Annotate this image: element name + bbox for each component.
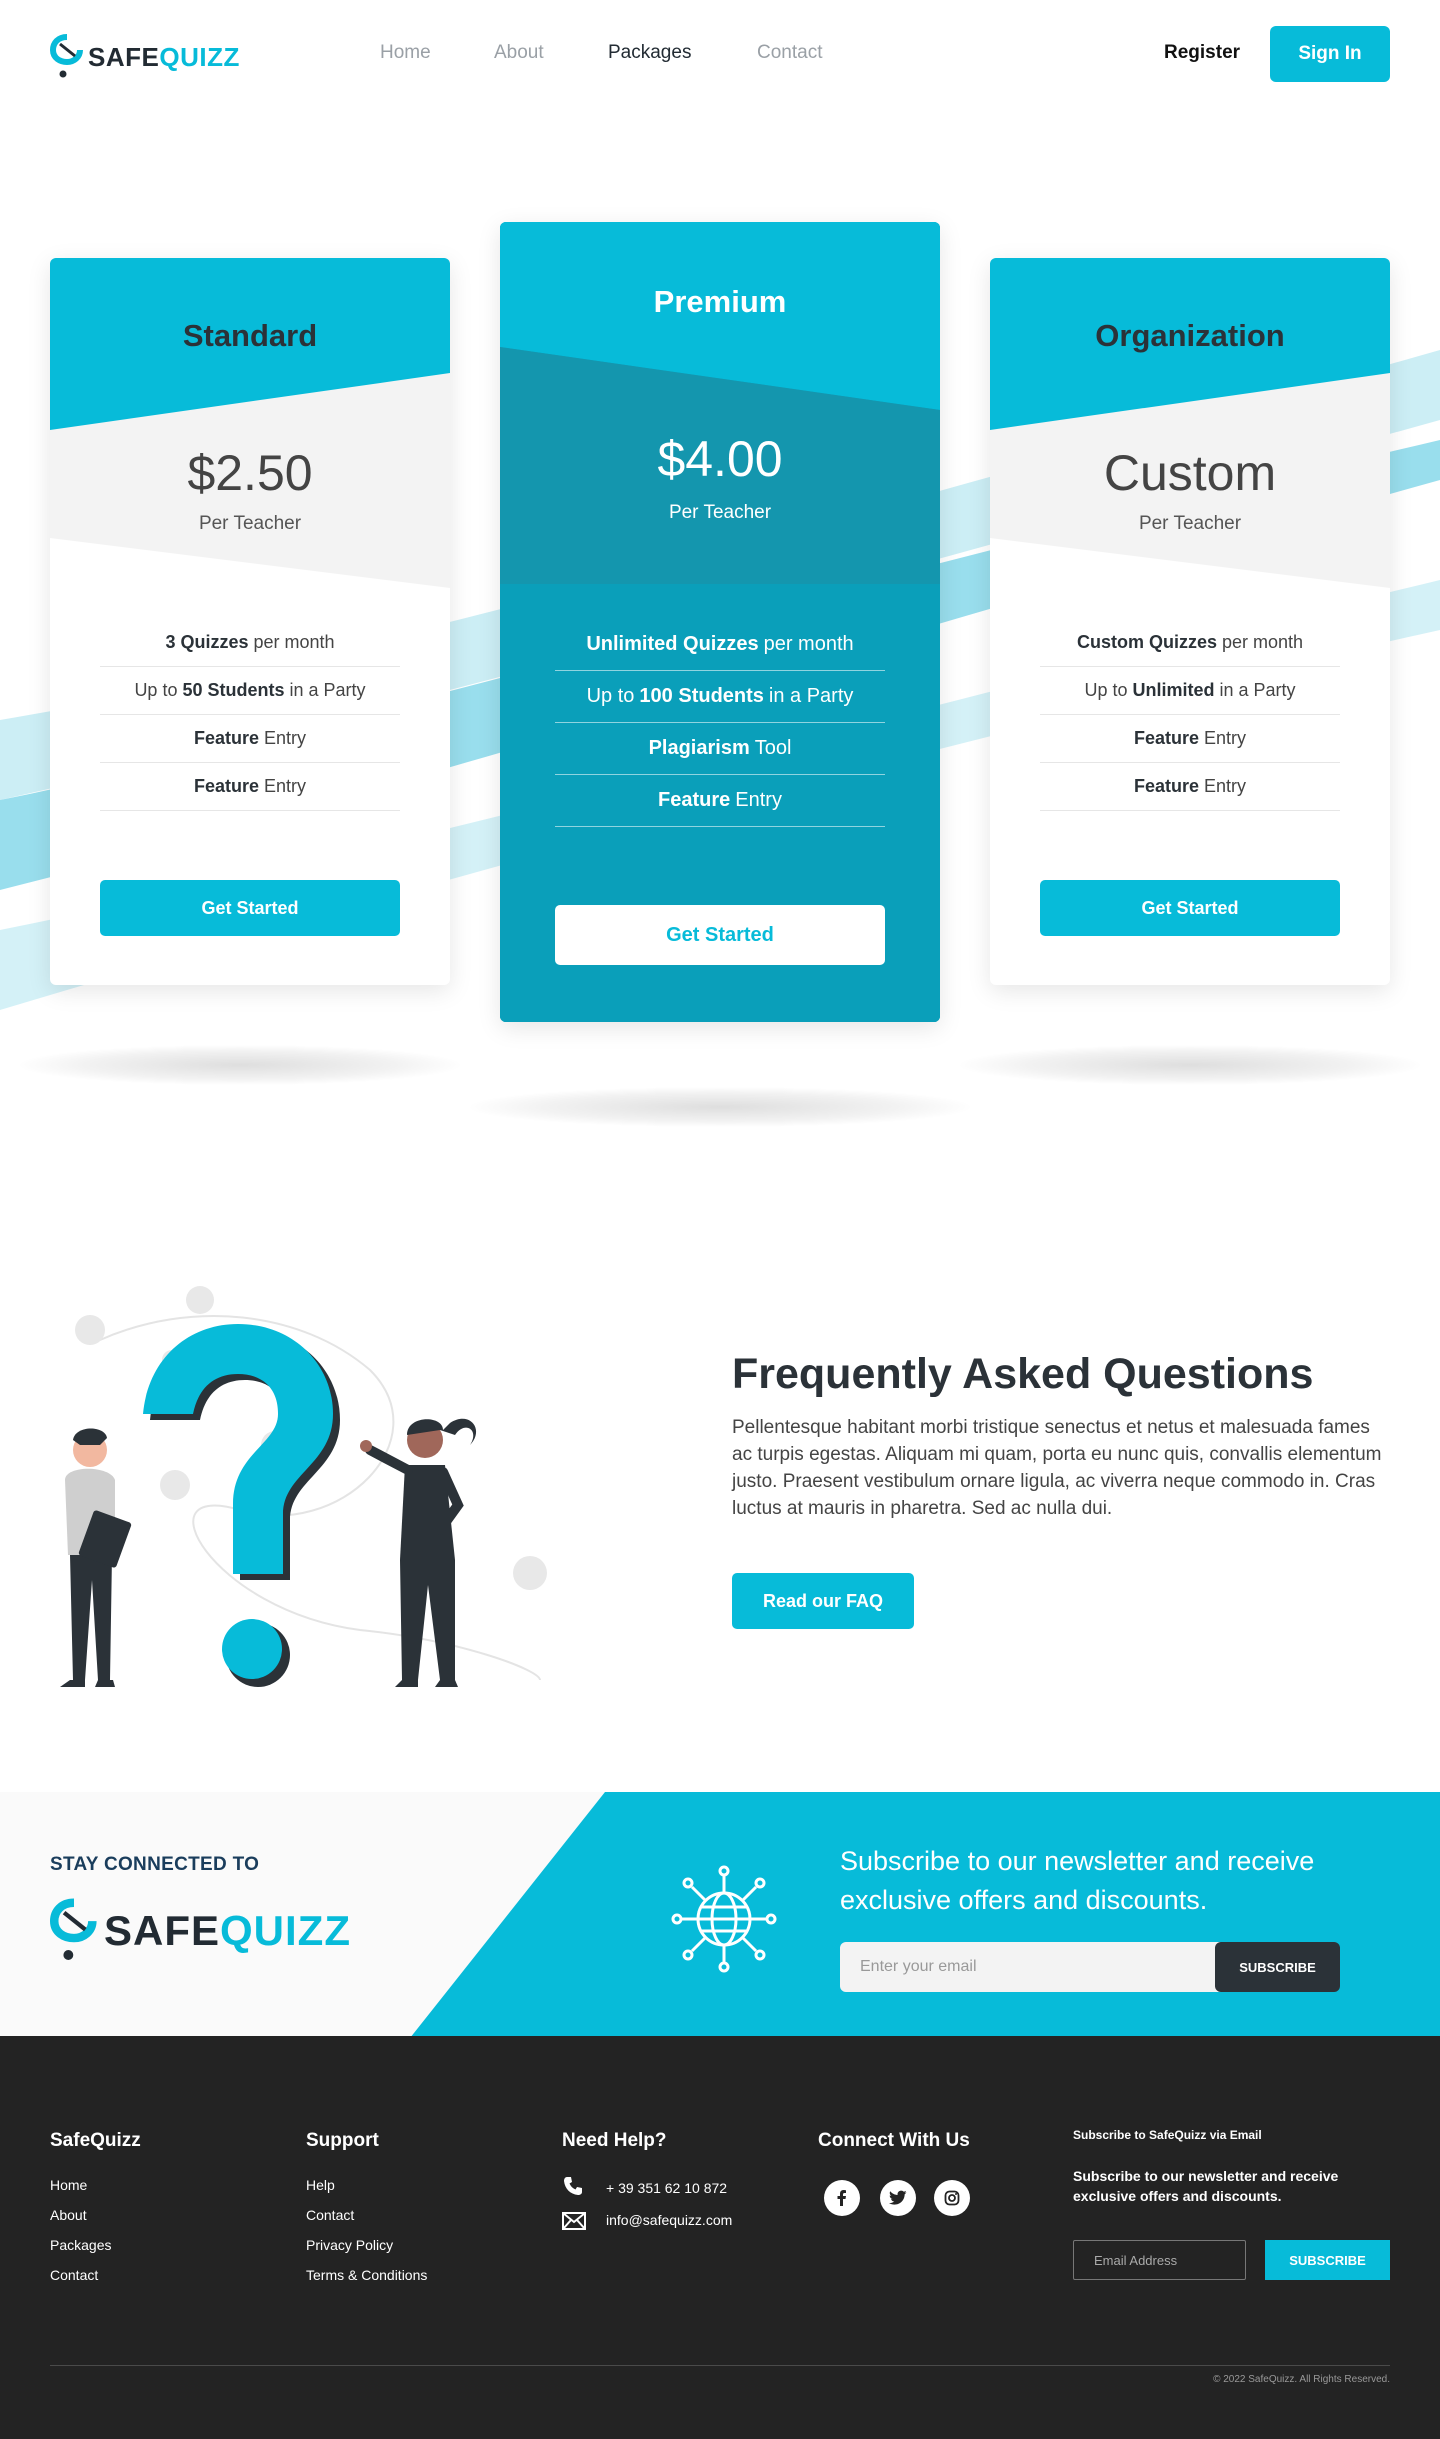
card-shadow [470,1087,970,1127]
facebook-icon[interactable] [824,2180,860,2216]
plan-per: Per Teacher [198,513,302,534]
card-shadow [20,1045,460,1085]
footer-phone[interactable]: + 39 351 62 10 872 [606,2180,727,2196]
footer-link-home[interactable]: Home [50,2177,87,2193]
feature-item: Feature Entry [100,763,400,811]
feature-item: Feature Entry [1040,763,1340,811]
faq-text: Pellentesque habitant morbi tristique se… [732,1417,1382,1519]
read-faq-button[interactable]: Read our FAQ [732,1573,914,1629]
faq-title: Frequently Asked Questions [732,1350,1314,1398]
feature-item: Feature Entry [555,775,885,827]
feature-item: Custom Quizzes per month [1040,619,1340,667]
globe-network-icon [671,1865,777,1973]
person-left [60,1428,132,1687]
faq-illustration [60,1286,547,1687]
logo-mark-icon [50,1898,97,1960]
copyright: © 2022 SafeQuizz. All Rights Reserved. [1213,2374,1390,2385]
plan-price: $2.50 [187,445,313,501]
twitter-icon[interactable] [880,2180,916,2216]
plan-name: Organization [1095,318,1285,353]
footer-col3-title: Need Help? [562,2130,667,2151]
footer-link-about[interactable]: About [50,2207,87,2223]
card-shadow [960,1045,1420,1085]
logo[interactable]: SAFEQUIZZ [50,32,240,82]
feature-item: Up to 100 Students in a Party [555,671,885,723]
feature-item: Feature Entry [1040,715,1340,763]
register-link[interactable]: Register [1164,42,1240,64]
pricing-card-premium: Premium $4.00 Per Teacher Unlimited Quiz… [500,222,940,1022]
stay-connected-label: STAY CONNECTED TO [50,1854,260,1875]
feature-item: Up to 50 Students in a Party [100,667,400,715]
nav-contact[interactable]: Contact [757,42,822,64]
get-started-button[interactable]: Get Started [100,880,400,936]
newsletter-subscribe-button[interactable]: SUBSCRIBE [1215,1942,1340,1992]
sign-in-button[interactable]: Sign In [1270,26,1390,82]
logo-text: SAFEQUIZZ [88,41,240,72]
footer-email-input[interactable]: Email Address [1073,2240,1246,2280]
get-started-button[interactable]: Get Started [555,905,885,965]
pricing-card-standard: Standard $2.50 Per Teacher 3 Quizzes per … [50,258,450,985]
nav-packages[interactable]: Packages [608,42,691,64]
feature-item: Unlimited Quizzes per month [555,619,885,671]
footer-col5-title: Subscribe to SafeQuizz via Email [1073,2128,1262,2142]
feature-item: Plagiarism Tool [555,723,885,775]
card-header-bg [50,258,450,588]
instagram-icon[interactable] [934,2180,970,2216]
footer-divider [50,2365,1390,2366]
feature-item: Feature Entry [100,715,400,763]
footer-band-logo: SAFEQUIZZ [50,1896,351,1966]
footer-link-contact[interactable]: Contact [50,2267,98,2283]
footer-col1-title: SafeQuizz [50,2130,141,2151]
phone-icon [564,2177,582,2195]
newsletter-title: Subscribe to our newsletter and receive … [840,1846,1315,1915]
plan-per: Per Teacher [668,502,772,523]
feature-item: Up to Unlimited in a Party [1040,667,1340,715]
pricing-card-organization: Organization Custom Per Teacher Custom Q… [990,258,1390,985]
plan-price: $4.00 [657,431,783,487]
footer-col5-text: Subscribe to our newsletter and receive … [1073,2168,1339,2204]
nav-home[interactable]: Home [380,42,431,64]
get-started-button[interactable]: Get Started [1040,880,1340,936]
logo-mark-icon [50,34,83,78]
envelope-icon [562,2212,586,2230]
footer-link-support-contact[interactable]: Contact [306,2207,354,2223]
feature-item: 3 Quizzes per month [100,619,400,667]
feature-list: 3 Quizzes per month Up to 50 Students in a … [100,619,400,811]
footer-col2-title: Support [306,2130,379,2151]
plan-name: Premium [653,284,787,319]
feature-list: Unlimited Quizzes per month Up to 100 Stud… [555,619,885,827]
plan-name: Standard [182,318,318,353]
footer-email[interactable]: info@safequizz.com [606,2212,732,2228]
footer-link-privacy[interactable]: Privacy Policy [306,2237,393,2253]
footer-link-packages[interactable]: Packages [50,2237,111,2253]
plan-price: Custom [1103,445,1277,501]
feature-list: Custom Quizzes per month Up to Unlimited in… [1040,619,1340,811]
plan-per: Per Teacher [1138,513,1242,534]
footer-link-terms[interactable]: Terms & Conditions [306,2267,427,2283]
newsletter-email-input[interactable]: Enter your email [840,1942,1222,1992]
card-header-bg [990,258,1390,588]
footer-col4-title: Connect With Us [818,2130,970,2151]
footer-link-help[interactable]: Help [306,2177,335,2193]
nav-about[interactable]: About [494,42,544,64]
footer-subscribe-button[interactable]: SUBSCRIBE [1265,2240,1390,2280]
